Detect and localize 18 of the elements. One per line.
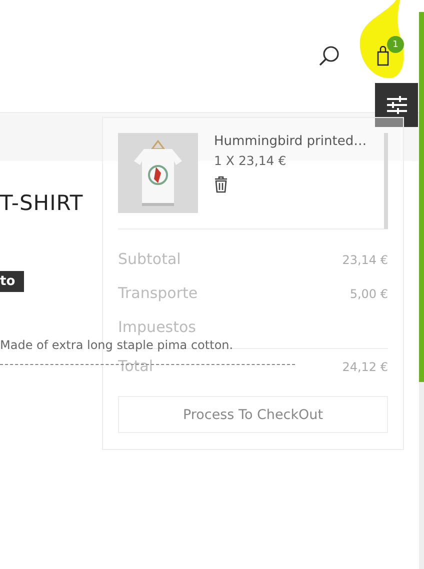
cart-button[interactable] [377,46,389,66]
total-value: 24,12 € [342,360,388,374]
item-quantity-price: 1 X 23,14 € [214,153,288,168]
trash-icon [214,176,228,193]
total-value: 5,00 € [350,287,388,301]
checkout-button[interactable]: Process To CheckOut [118,396,388,433]
total-value: 23,14 € [342,253,388,267]
settings-button[interactable] [375,83,418,127]
product-title: T-SHIRT [0,191,84,215]
bag-icon [377,46,389,66]
product-tag: to [0,271,24,292]
search-button[interactable] [318,45,340,67]
total-label: Impuestos [118,318,196,336]
item-name[interactable]: Hummingbird printed… [214,134,367,149]
search-icon [318,45,340,67]
total-label: Subtotal [118,250,181,268]
sliders-icon [386,96,406,114]
total-label: Transporte [118,284,198,302]
